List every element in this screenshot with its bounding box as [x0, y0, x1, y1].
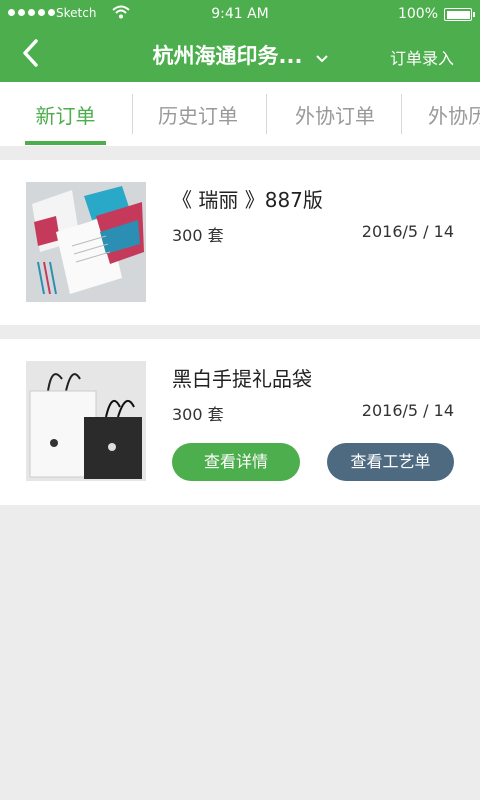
order-quantity: 300 套: [172, 226, 224, 245]
order-date: 2016/5 / 14: [361, 401, 454, 420]
tab-divider: [132, 94, 133, 134]
order-tabs: 新订单 历史订单 外协订单 外协历: [0, 82, 480, 146]
tab-divider: [266, 94, 267, 134]
order-thumbnail: [26, 182, 146, 302]
page-title: 杭州海通印务...: [152, 44, 303, 68]
active-tab-indicator: [25, 141, 106, 145]
tab-outsourced-orders[interactable]: 外协订单: [284, 82, 386, 146]
tab-outsourced-history[interactable]: 外协历: [428, 82, 480, 146]
order-quantity: 300 套: [172, 405, 224, 424]
order-entry-button[interactable]: 订单录入: [390, 45, 454, 69]
order-name: 黑白手提礼品袋: [172, 367, 312, 391]
status-bar: Sketch 9:41 AM 100%: [0, 0, 480, 28]
order-thumbnail: [26, 361, 146, 481]
battery-icon: [444, 8, 475, 21]
nav-bar: Sketch 9:41 AM 100% 杭州海通印务... 订单录入: [0, 0, 480, 82]
tab-new-orders[interactable]: 新订单: [25, 82, 106, 146]
tab-divider: [401, 94, 402, 134]
view-details-button[interactable]: 查看详情: [172, 443, 300, 481]
order-date: 2016/5 / 14: [361, 222, 454, 241]
battery-percent: 100%: [397, 6, 438, 22]
tab-history-orders[interactable]: 历史订单: [147, 82, 249, 146]
order-card[interactable]: 《 瑞丽 》887版 300 套 2016/5 / 14: [0, 160, 480, 325]
order-name: 《 瑞丽 》887版: [172, 188, 323, 212]
order-card[interactable]: 黑白手提礼品袋 300 套 2016/5 / 14 查看详情 查看工艺单: [0, 339, 480, 505]
chevron-down-icon: [315, 54, 328, 62]
view-craft-sheet-button[interactable]: 查看工艺单: [327, 443, 454, 481]
